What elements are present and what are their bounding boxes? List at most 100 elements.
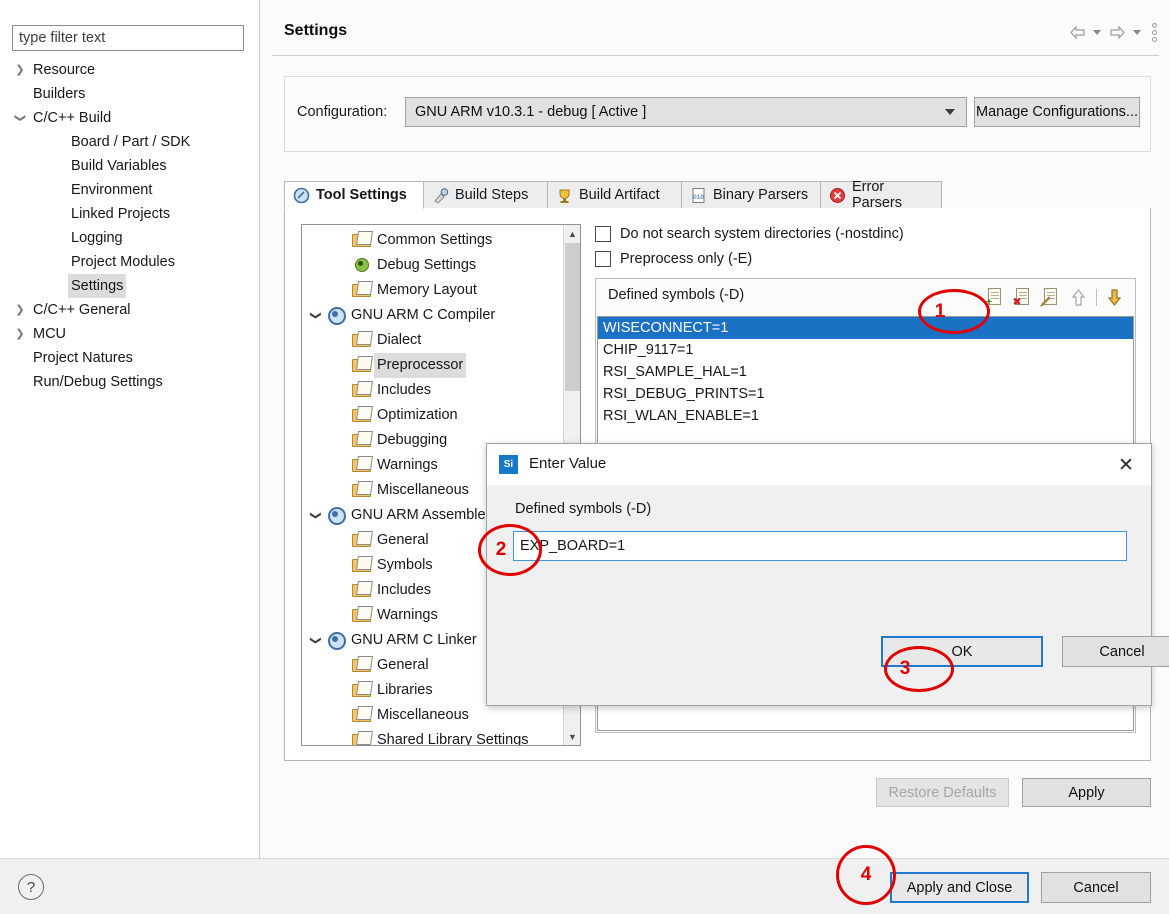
chevron-down-icon[interactable]: ❯	[303, 309, 328, 323]
tool-tree-item-label: Miscellaneous	[374, 703, 472, 728]
nav-item-c-c-build[interactable]: ❯C/C++ Build	[12, 106, 252, 130]
tool-tree-item-label: Debug Settings	[374, 253, 479, 278]
edit-symbol-icon[interactable]	[1040, 287, 1061, 308]
tab-build-artifact[interactable]: Build Artifact	[547, 181, 682, 209]
symbol-list-item[interactable]: WISECONNECT=1	[598, 317, 1133, 339]
chevron-down-icon[interactable]: ❯	[303, 509, 328, 523]
view-menu-icon[interactable]	[1146, 23, 1157, 42]
tool-tree-item[interactable]: Includes	[302, 378, 564, 403]
tool-tree-item[interactable]: Common Settings	[302, 228, 564, 253]
defined-symbols-header: Defined symbols (-D) + ✖	[596, 279, 1135, 315]
modal-cancel-button[interactable]: Cancel	[1062, 636, 1169, 667]
configuration-combo[interactable]: GNU ARM v10.3.1 - debug [ Active ]	[405, 97, 967, 127]
modal-value-input[interactable]	[513, 531, 1127, 561]
nav-item-run-debug-settings[interactable]: Run/Debug Settings	[12, 370, 252, 394]
symbol-value: WISECONNECT=1	[603, 320, 728, 336]
folder-icon	[352, 681, 371, 697]
nav-item-build-variables[interactable]: Build Variables	[12, 154, 252, 178]
nav-item-label: Logging	[68, 226, 126, 250]
symbol-list-item[interactable]: RSI_WLAN_ENABLE=1	[598, 405, 1133, 427]
preprocess-only-checkbox[interactable]	[595, 251, 611, 267]
nav-item-linked-projects[interactable]: Linked Projects	[12, 202, 252, 226]
folder-icon	[352, 381, 371, 397]
tool-tree-item[interactable]: ❯ GNU ARM C Compiler	[302, 303, 564, 328]
chevron-right-icon[interactable]: ❯	[12, 58, 28, 82]
settings-page-pane: Settings Configuration: GNU ARM v10.3	[260, 0, 1169, 858]
tab-label: Binary Parsers	[713, 187, 808, 203]
tab-error-parsers[interactable]: Error Parsers	[820, 181, 942, 209]
tab-strip: Tool Settings Build StepsBuild Artifact01…	[284, 181, 1151, 209]
nav-item-settings[interactable]: Settings	[12, 274, 252, 298]
tool-tree-item-label: Optimization	[374, 403, 461, 428]
scrollbar-thumb[interactable]	[565, 243, 580, 391]
folder-icon	[352, 481, 371, 497]
tool-tree-item[interactable]: Debug Settings	[302, 253, 564, 278]
tab-tool-settings[interactable]: Tool Settings	[284, 181, 424, 209]
symbol-list-item[interactable]: RSI_SAMPLE_HAL=1	[598, 361, 1133, 383]
chevron-right-icon[interactable]: ❯	[12, 322, 28, 346]
apply-button[interactable]: Apply	[1022, 778, 1151, 807]
add-symbol-icon[interactable]: +	[984, 287, 1005, 308]
modal-ok-button[interactable]: OK	[881, 636, 1043, 667]
folder-icon	[352, 331, 371, 347]
move-down-icon[interactable]	[1104, 287, 1125, 308]
nav-item-project-natures[interactable]: Project Natures	[12, 346, 252, 370]
close-icon[interactable]: ✕	[1115, 454, 1137, 476]
nav-item-logging[interactable]: Logging	[12, 226, 252, 250]
chevron-down-icon[interactable]: ❯	[303, 634, 328, 648]
move-up-icon[interactable]	[1068, 287, 1089, 308]
dialog-button-bar: ? Apply and Close Cancel	[0, 858, 1169, 914]
tool-tree-item-label: GNU ARM C Compiler	[348, 303, 498, 328]
nav-item-mcu[interactable]: ❯MCU	[12, 322, 252, 346]
folder-icon	[352, 606, 371, 622]
cancel-button[interactable]: Cancel	[1041, 872, 1151, 903]
symbol-list-item[interactable]: RSI_DEBUG_PRINTS=1	[598, 383, 1133, 405]
tab-label: Tool Settings	[316, 187, 407, 203]
nostdinc-label: Do not search system directories (-nostd…	[620, 226, 904, 242]
page-header: Settings	[260, 0, 1169, 56]
tool-tree-item[interactable]: Preprocessor	[302, 353, 564, 378]
filter-input[interactable]	[12, 25, 244, 51]
settings-dialog: ❯ResourceBuilders❯C/C++ BuildBoard / Par…	[0, 0, 1169, 914]
tool-tree-item[interactable]: Shared Library Settings	[302, 728, 564, 746]
tool-tree-item-label: Common Settings	[374, 228, 495, 253]
tool-tree-item[interactable]: Miscellaneous	[302, 703, 564, 728]
nav-item-label: Builders	[30, 82, 88, 106]
nav-item-resource[interactable]: ❯Resource	[12, 58, 252, 82]
nostdinc-checkbox[interactable]	[595, 226, 611, 242]
build-steps-icon	[432, 187, 449, 204]
back-arrow-icon[interactable]	[1066, 22, 1088, 42]
checkbox-row-nostdinc[interactable]: Do not search system directories (-nostd…	[595, 222, 1136, 247]
nav-item-environment[interactable]: Environment	[12, 178, 252, 202]
apply-and-close-button[interactable]: Apply and Close	[890, 872, 1029, 903]
app-badge-icon: Si	[499, 455, 518, 474]
tab-binary-parsers[interactable]: 010Binary Parsers	[681, 181, 821, 209]
delete-symbol-icon[interactable]: ✖	[1012, 287, 1033, 308]
nav-item-builders[interactable]: Builders	[12, 82, 252, 106]
tab-label: Error Parsers	[852, 179, 931, 211]
scroll-down-icon[interactable]: ▼	[564, 728, 581, 745]
help-icon[interactable]: ?	[18, 874, 44, 900]
symbol-list-item[interactable]: CHIP_9117=1	[598, 339, 1133, 361]
forward-dropdown-icon[interactable]	[1133, 30, 1141, 35]
nav-item-project-modules[interactable]: Project Modules	[12, 250, 252, 274]
chevron-right-icon[interactable]: ❯	[12, 298, 28, 322]
manage-configurations-button[interactable]: Manage Configurations...	[974, 97, 1140, 127]
tab-build-steps[interactable]: Build Steps	[423, 181, 548, 209]
nav-item-label: Run/Debug Settings	[30, 370, 166, 394]
nav-item-c-c-general[interactable]: ❯C/C++ General	[12, 298, 252, 322]
configuration-label: Configuration:	[297, 104, 387, 120]
back-dropdown-icon[interactable]	[1093, 30, 1101, 35]
tool-tree-item[interactable]: Dialect	[302, 328, 564, 353]
preference-tree-pane: ❯ResourceBuilders❯C/C++ BuildBoard / Par…	[0, 0, 260, 858]
tool-tree-item[interactable]: Optimization	[302, 403, 564, 428]
chevron-down-icon[interactable]: ❯	[8, 110, 32, 126]
forward-arrow-icon[interactable]	[1106, 22, 1128, 42]
tool-settings-icon	[293, 187, 310, 204]
scroll-up-icon[interactable]: ▲	[564, 225, 581, 242]
nav-item-board-part-sdk[interactable]: Board / Part / SDK	[12, 130, 252, 154]
tool-tree-item-label: Includes	[374, 578, 434, 603]
tool-tree-item[interactable]: Memory Layout	[302, 278, 564, 303]
checkbox-row-preprocess-only[interactable]: Preprocess only (-E)	[595, 247, 1136, 272]
folder-icon	[352, 231, 371, 247]
